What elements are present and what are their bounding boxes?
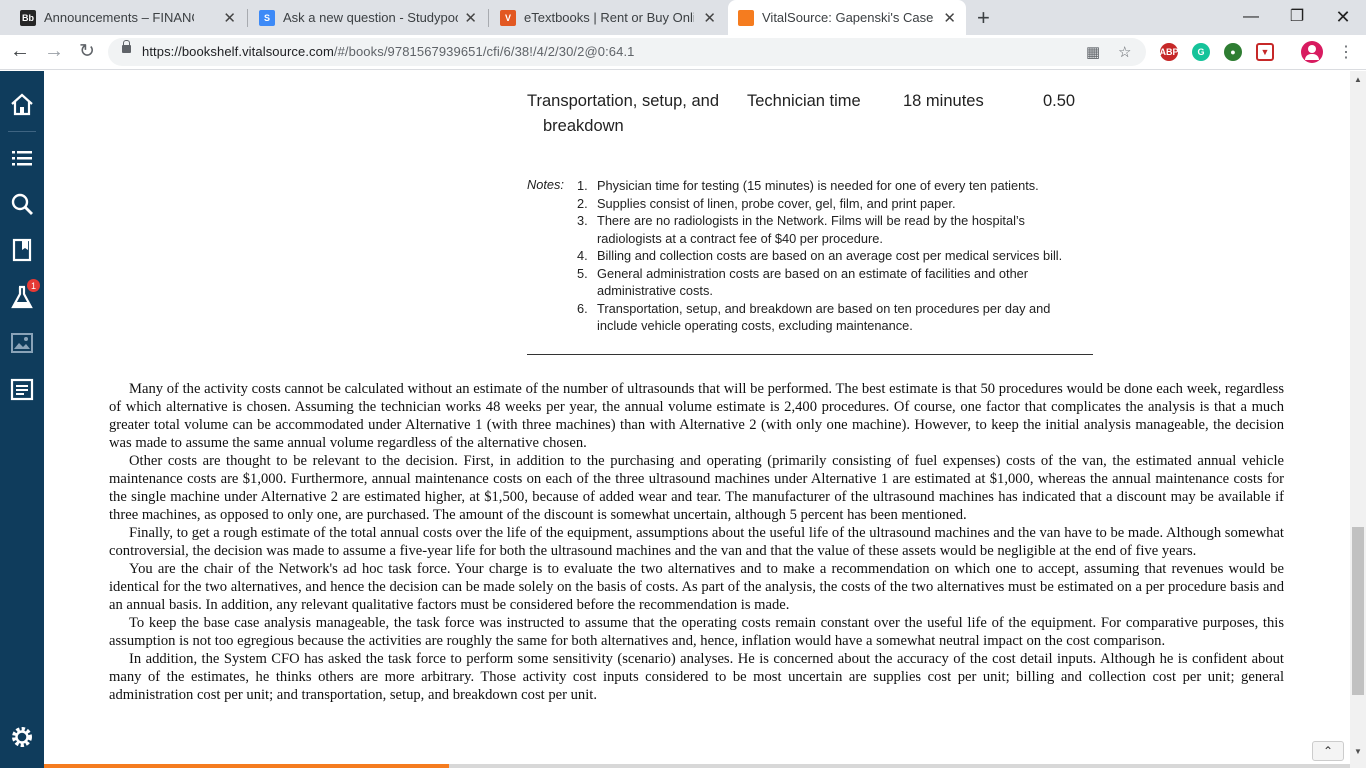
notebook-icon: [10, 378, 34, 401]
home-icon: [11, 93, 33, 116]
forward-button[interactable]: →: [42, 40, 66, 63]
new-tab-button[interactable]: +: [977, 5, 990, 31]
vertical-scrollbar[interactable]: ▲ ▼: [1350, 71, 1366, 768]
contents-button[interactable]: [0, 138, 44, 178]
blackboard-icon: Bb: [20, 9, 36, 26]
close-icon[interactable]: ✕: [464, 9, 477, 27]
tab-strip: Bb Announcements – FINANCING AI ✕ S Ask …: [0, 0, 1366, 35]
chevron-up-icon: ⌃: [1322, 744, 1334, 758]
tab-announcements[interactable]: Bb Announcements – FINANCING AI ✕: [10, 0, 246, 35]
close-icon[interactable]: ✕: [223, 9, 236, 27]
tab-separator: [488, 9, 489, 27]
bookshelf-icon: [738, 9, 754, 26]
paragraph: Other costs are thought to be relevant t…: [109, 453, 1284, 523]
paragraph: Finally, to get a rough estimate of the …: [109, 525, 1284, 559]
tab-title: Ask a new question - Studypool: [283, 10, 458, 25]
studypool-icon: S: [259, 9, 275, 26]
close-icon[interactable]: ✕: [943, 9, 956, 27]
profile-avatar[interactable]: [1301, 41, 1323, 63]
url-text[interactable]: https://bookshelf.vitalsource.com/#/book…: [142, 44, 635, 59]
settings-button[interactable]: [0, 717, 44, 757]
tab-title: VitalSource: Gapenski's Cases in: [762, 10, 934, 25]
bookmark-star-icon[interactable]: ☆: [1118, 43, 1131, 61]
restore-button[interactable]: ❐: [1274, 2, 1320, 32]
activity-cell-continued: breakdown: [543, 117, 624, 135]
page-bookmark-icon: [12, 238, 32, 262]
paragraph: Many of the activity costs cannot be cal…: [109, 381, 1284, 451]
scroll-up-arrow-icon[interactable]: ▲: [1354, 75, 1362, 84]
notebook-button[interactable]: [0, 369, 44, 409]
tab-title: Announcements – FINANCING AI: [44, 10, 194, 25]
address-bar[interactable]: https://bookshelf.vitalsource.com/#/book…: [108, 38, 1146, 66]
back-to-top-button[interactable]: ⌃: [1312, 741, 1344, 761]
tab-vitalsource-active[interactable]: VitalSource: Gapenski's Cases in ✕: [728, 0, 966, 35]
paragraph: To keep the base case analysis manageabl…: [109, 615, 1284, 649]
reader-sidebar: 1: [0, 71, 44, 768]
shield-extension-icon[interactable]: ▼: [1256, 43, 1274, 61]
list-icon: [12, 151, 32, 166]
reading-progress-fill: [44, 764, 449, 768]
activity-cell: Transportation, setup, and: [527, 92, 720, 110]
scroll-down-arrow-icon[interactable]: ▼: [1354, 747, 1362, 756]
tab-studypool[interactable]: S Ask a new question - Studypool ✕: [249, 0, 487, 35]
body-text: Many of the activity costs cannot be cal…: [109, 380, 1284, 704]
paragraph: You are the chair of the Network's ad ho…: [109, 561, 1284, 613]
close-icon[interactable]: ✕: [703, 9, 716, 27]
tab-title: eTextbooks | Rent or Buy Online: [524, 10, 694, 25]
gear-icon: [12, 727, 32, 747]
tab-etextbooks[interactable]: V eTextbooks | Rent or Buy Online ✕: [490, 0, 726, 35]
lock-icon: [122, 40, 131, 53]
vitalsource-icon: V: [500, 9, 516, 26]
paragraph: In addition, the System CFO has asked th…: [109, 651, 1284, 703]
search-icon: [11, 193, 33, 215]
cost-driver-cell: Technician time: [747, 92, 861, 110]
home-button[interactable]: [0, 85, 44, 125]
book-page: Transportation, setup, and breakdown Tec…: [44, 71, 1350, 768]
menu-dots-icon[interactable]: ⋮: [1338, 42, 1354, 62]
globe-extension-icon[interactable]: ●: [1224, 43, 1242, 61]
image-gallery-icon: [11, 333, 33, 353]
tab-separator: [247, 9, 248, 27]
scroll-thumb[interactable]: [1352, 527, 1364, 695]
close-window-button[interactable]: ✕: [1320, 2, 1366, 32]
table-bottom-rule: [527, 354, 1093, 355]
notes-label: Notes:: [527, 177, 564, 192]
translate-icon[interactable]: ▦: [1086, 43, 1100, 61]
grammarly-extension-icon[interactable]: G: [1192, 43, 1210, 61]
time-cell: 18 minutes: [903, 92, 984, 110]
minimize-button[interactable]: —: [1228, 2, 1274, 32]
back-button[interactable]: ←: [8, 40, 32, 63]
bookmark-button[interactable]: [0, 230, 44, 270]
cost-cell: 0.50: [1043, 92, 1076, 110]
workbook-button[interactable]: 1: [0, 277, 44, 317]
figures-button[interactable]: [0, 323, 44, 363]
search-button[interactable]: [0, 184, 44, 224]
browser-toolbar: ← → ↻ https://bookshelf.vitalsource.com/…: [0, 35, 1366, 70]
table-row: Transportation, setup, and breakdown Tec…: [44, 71, 1244, 141]
notification-badge: 1: [27, 279, 40, 292]
reload-button[interactable]: ↻: [75, 40, 99, 63]
reading-progress-bar[interactable]: [44, 764, 1350, 768]
sidebar-divider: [8, 131, 36, 132]
abp-extension-icon[interactable]: ABP: [1160, 43, 1179, 61]
